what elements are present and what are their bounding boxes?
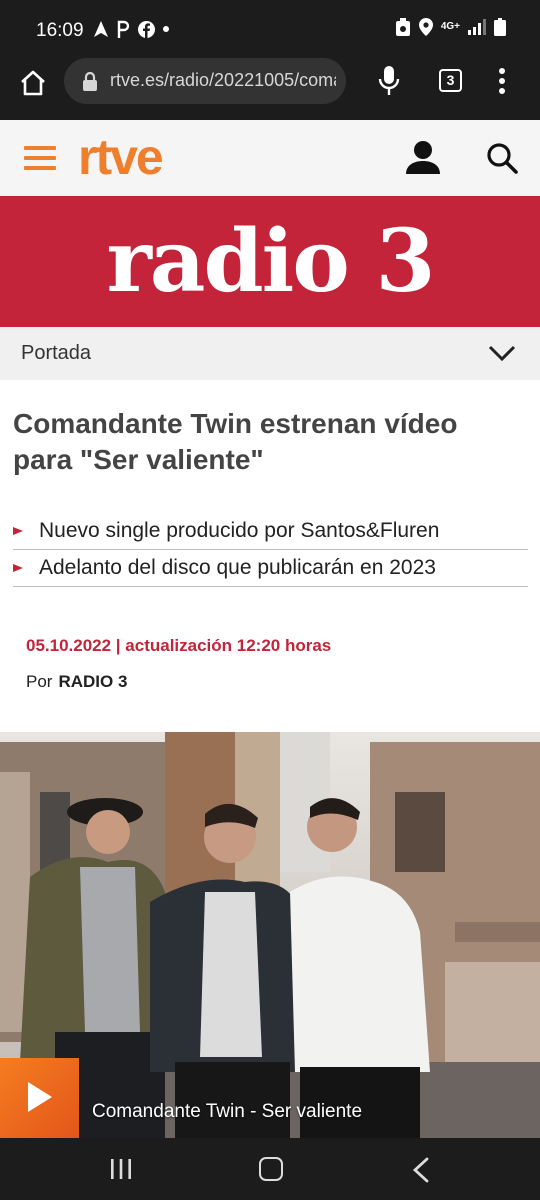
home-icon [21,70,45,96]
url-text[interactable]: rtve.es/radio/20221005/comandante [110,70,336,91]
article-hero-video[interactable]: Comandante Twin - Ser valiente [0,732,540,1138]
lock-icon [83,72,97,91]
search-icon[interactable] [486,142,518,174]
byline-prefix: Por [26,672,53,691]
highlight-item: Nuevo single producido por Santos&Fluren [13,513,528,550]
more-options-icon[interactable] [494,66,510,96]
highlight-text: Nuevo single producido por Santos&Fluren [39,519,440,542]
radio3-logo: radio 3 [106,211,436,312]
facebook-icon [138,20,155,38]
system-navigation-bar [0,1138,540,1200]
radio3-banner[interactable]: radio 3 [0,196,540,327]
back-icon[interactable] [412,1157,430,1183]
highlight-item: Adelanto del disco que publicarán en 202… [13,550,528,587]
bullet-marker-icon [13,527,23,535]
site-header: rtve [0,120,540,196]
hamburger-menu-icon[interactable] [24,146,56,170]
chevron-down-icon[interactable] [488,343,516,363]
play-icon [28,1082,52,1112]
article-byline: Por RADIO 3 [26,672,127,692]
band-photo [0,732,540,1138]
home-button[interactable] [16,66,50,100]
status-time: 16:09 [36,20,84,41]
home-nav-icon[interactable] [259,1157,283,1181]
status-system-icons: 4G+ [395,18,506,36]
status-bar: 16:09 4G+ [0,0,540,58]
rtve-logo[interactable]: rtve [78,128,164,186]
highlight-text: Adelanto del disco que publicarán en 202… [39,556,436,579]
location-icon [418,18,433,36]
play-button[interactable] [0,1058,79,1138]
dot-icon [163,26,169,32]
article-highlights: Nuevo single producido por Santos&Fluren… [13,513,528,587]
section-label: Portada [21,342,92,364]
article-date: 05.10.2022 | actualización 12:20 horas [26,636,332,655]
microphone-icon[interactable] [374,64,404,98]
user-account-icon[interactable] [404,140,442,176]
network-icon: 4G+ [440,21,460,32]
video-title: Comandante Twin - Ser valiente [92,1101,363,1122]
section-selector[interactable]: Portada [0,327,540,380]
bullet-marker-icon [13,564,23,572]
navigation-icon [94,21,108,37]
tabs-button[interactable]: 3 [439,69,462,92]
p-icon [117,20,130,38]
recent-apps-icon[interactable] [110,1159,132,1179]
author-name[interactable]: RADIO 3 [58,672,127,691]
article-title: Comandante Twin estrenan vídeo para "Ser… [13,408,458,475]
browser-toolbar: rtve.es/radio/20221005/comandante 3 [0,58,540,120]
battery-icon [494,18,506,36]
recycle-icon [395,18,410,36]
signal-icon [468,19,486,35]
status-notification-icons [94,20,169,38]
address-bar[interactable]: rtve.es/radio/20221005/comandante [64,58,346,104]
